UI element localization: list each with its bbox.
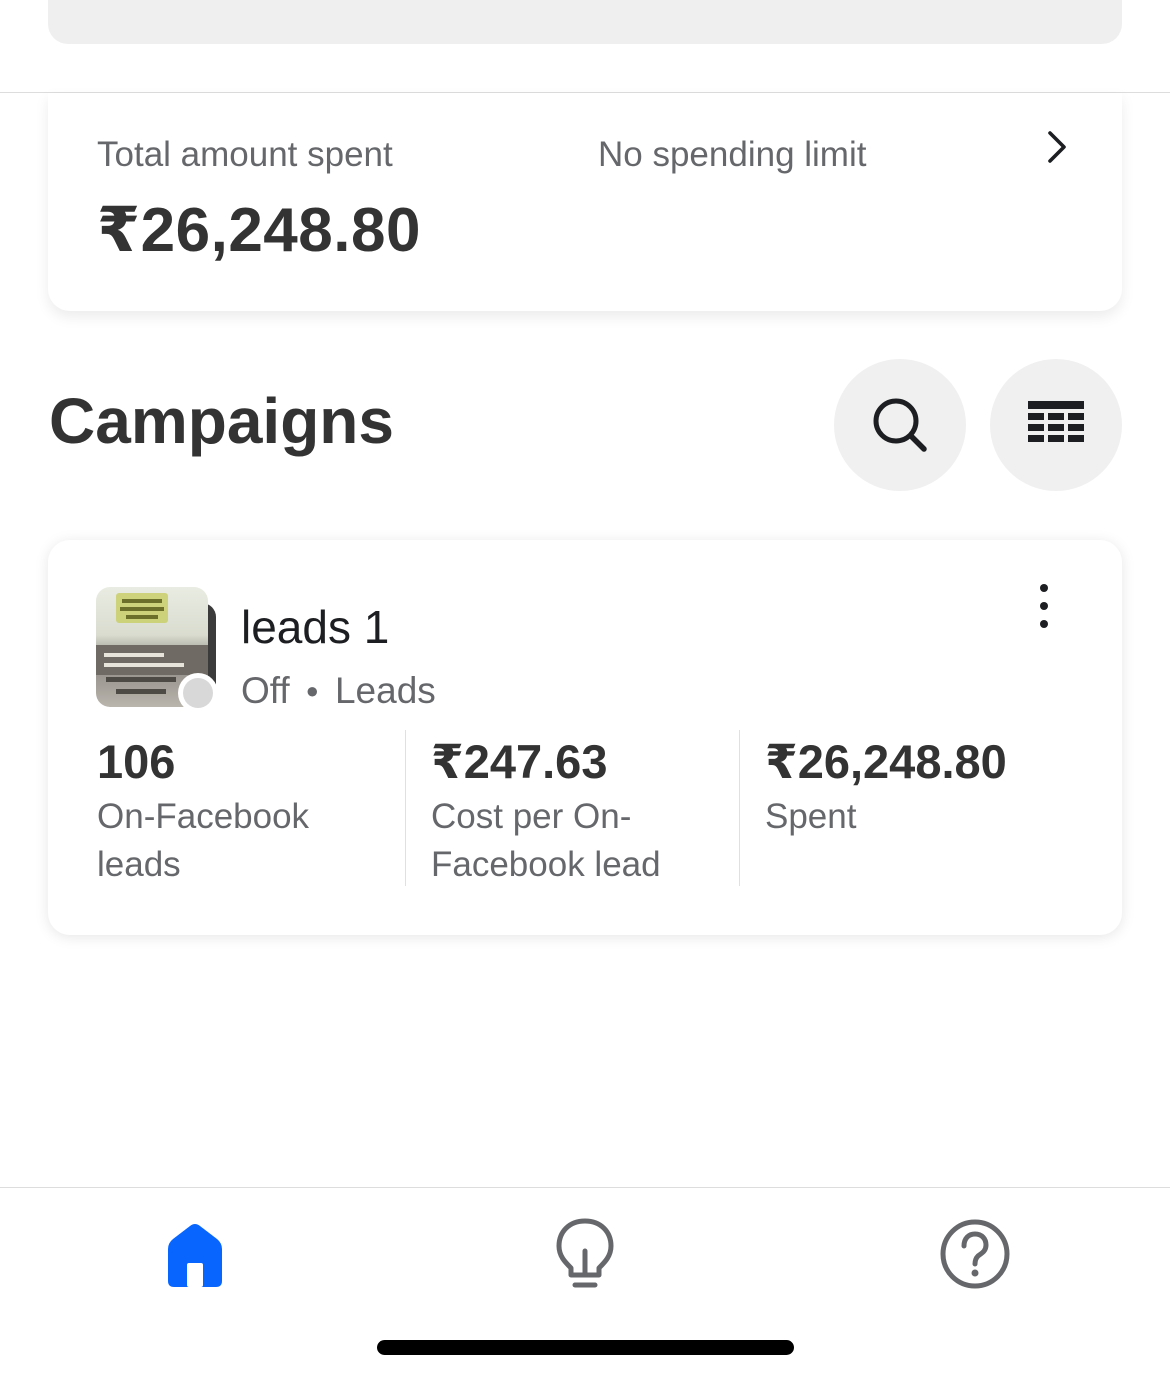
campaign-name: leads 1 (241, 601, 390, 653)
more-icon-dot (1040, 620, 1048, 628)
chevron-right-icon[interactable] (1040, 127, 1074, 167)
metric-spent: ₹26,248.80 Spent (765, 734, 1095, 841)
metric-label: Cost per On-Facebook lead (431, 797, 661, 884)
help-icon (940, 1219, 1010, 1289)
table-view-button[interactable] (990, 359, 1122, 491)
metric-leads: 106 On-Facebook leads (97, 734, 397, 889)
tab-ideas[interactable] (545, 1214, 625, 1294)
total-spent-label: Total amount spent (97, 135, 393, 174)
campaign-objective: Leads (334, 670, 436, 711)
campaign-thumbnail (96, 587, 218, 713)
status-indicator (178, 673, 218, 713)
metric-value: ₹26,248.80 (765, 735, 1007, 788)
more-icon-dot (1040, 602, 1048, 610)
more-icon-dot (1040, 584, 1048, 592)
spending-limit-label: No spending limit (598, 135, 867, 174)
search-button[interactable] (834, 359, 966, 491)
tab-home[interactable] (155, 1214, 235, 1294)
metric-label: Spent (765, 797, 857, 836)
campaign-status: Off (241, 670, 290, 711)
more-options-button[interactable] (1028, 584, 1060, 628)
campaign-card[interactable]: leads 1 Off ● Leads 106 On-Facebook lead… (48, 540, 1122, 935)
table-icon (1028, 401, 1084, 442)
metric-cost-per-lead: ₹247.63 Cost per On-Facebook lead (431, 734, 731, 889)
campaign-meta: Off ● Leads (241, 670, 436, 712)
previous-card-edge (48, 0, 1122, 44)
lightbulb-icon (556, 1218, 614, 1288)
status-dot (183, 678, 213, 708)
ads-manager-screen: Total amount spent ₹26,248.80 No spendin… (0, 0, 1170, 1379)
spend-summary-card[interactable]: Total amount spent ₹26,248.80 No spendin… (48, 93, 1122, 311)
tab-help[interactable] (935, 1214, 1015, 1294)
home-indicator (377, 1340, 794, 1355)
metric-label: On-Facebook leads (97, 797, 310, 884)
tab-bar-divider (0, 1187, 1170, 1188)
total-spent-value: ₹26,248.80 (97, 196, 421, 265)
metric-value: 106 (97, 735, 176, 788)
search-icon (873, 398, 927, 452)
metric-divider (739, 730, 740, 886)
metric-value: ₹247.63 (431, 735, 608, 788)
metric-divider (405, 730, 406, 886)
home-icon (168, 1224, 222, 1287)
separator-dot: ● (305, 678, 319, 703)
campaigns-title: Campaigns (49, 385, 394, 457)
